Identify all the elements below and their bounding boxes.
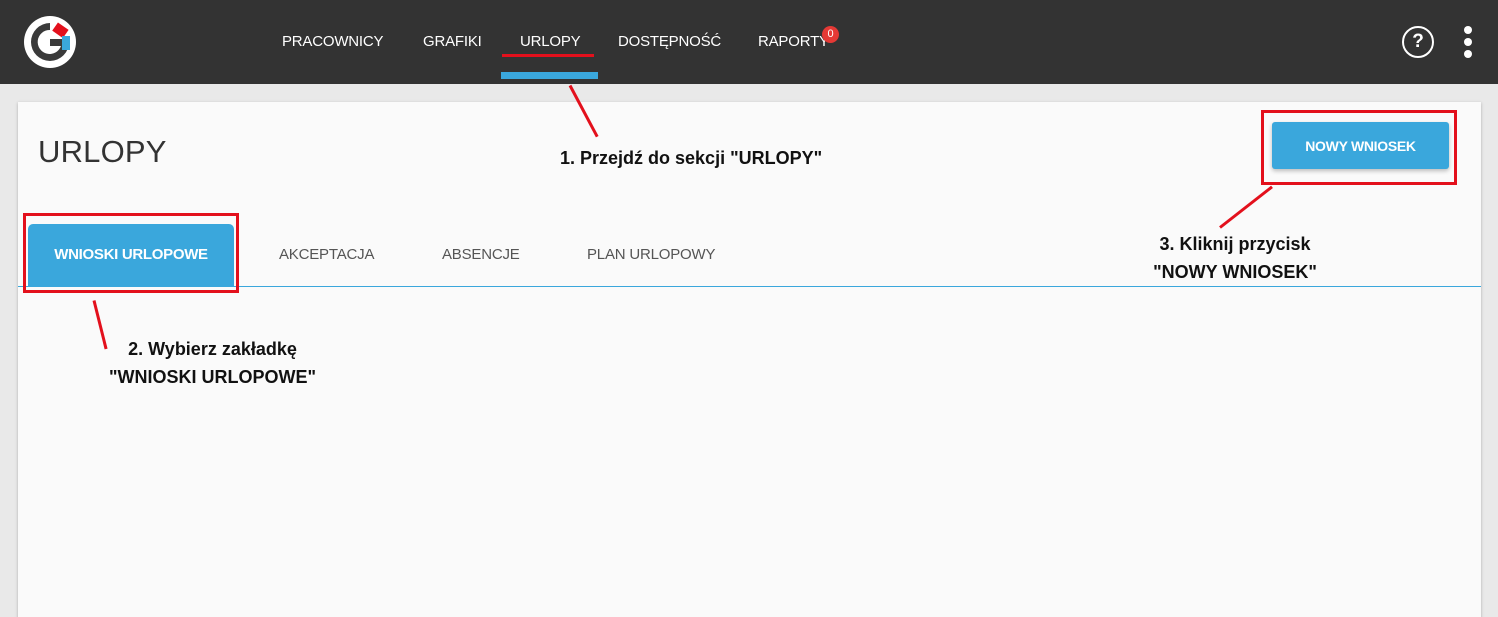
nav-item-pracownicy[interactable]: PRACOWNICY [282, 33, 384, 50]
annotation-step3-line1: 3. Kliknij przycisk [1159, 234, 1311, 254]
annotation-step3: 3. Kliknij przycisk "NOWY WNIOSEK" [1140, 230, 1330, 286]
app-logo-icon[interactable] [24, 16, 76, 68]
nav-item-grafiki[interactable]: GRAFIKI [423, 33, 482, 50]
nav-item-dostepnosc[interactable]: DOSTĘPNOŚĆ [618, 33, 721, 50]
annotation-step1: 1. Przejdź do sekcji "URLOPY" [560, 148, 823, 168]
help-icon[interactable]: ? [1402, 26, 1434, 58]
annotation-step2: 2. Wybierz zakładkę "WNIOSKI URLOPOWE" [100, 335, 325, 391]
annotation-box-button [1261, 110, 1457, 185]
raporty-count-badge: 0 [822, 26, 839, 43]
page-title: URLOPY [38, 134, 167, 169]
tab-plan-urlopowy[interactable]: PLAN URLOPOWY [587, 246, 715, 263]
tab-absencje[interactable]: ABSENCJE [442, 246, 520, 263]
nav-item-urlopy[interactable]: URLOPY [520, 33, 581, 50]
top-navbar: PRACOWNICY GRAFIKI URLOPY DOSTĘPNOŚĆ RAP… [0, 0, 1498, 84]
annotation-step2-line1: 2. Wybierz zakładkę [128, 339, 297, 359]
annotation-box-tab [23, 213, 239, 293]
nav-item-raporty[interactable]: RAPORTY [758, 33, 829, 50]
nav-active-indicator [501, 72, 598, 79]
annotation-step3-line2: "NOWY WNIOSEK" [1153, 262, 1317, 282]
tab-akceptacja[interactable]: AKCEPTACJA [279, 246, 374, 263]
annotation-step2-line2: "WNIOSKI URLOPOWE" [108, 367, 317, 387]
annotation-underline-urlopy [502, 54, 594, 57]
more-vertical-icon[interactable] [1463, 26, 1473, 58]
